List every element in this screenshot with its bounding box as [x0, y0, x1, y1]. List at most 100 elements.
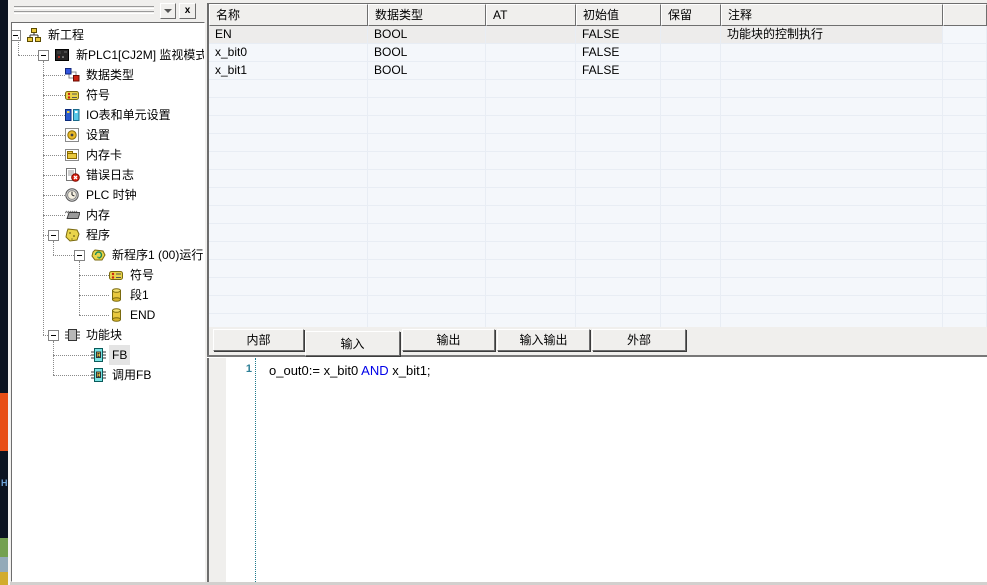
table-cell[interactable]: [576, 188, 661, 205]
table-cell[interactable]: [209, 134, 368, 151]
table-cell[interactable]: [576, 206, 661, 223]
table-row[interactable]: ENBOOLFALSE功能块的控制执行: [209, 26, 987, 44]
table-row[interactable]: [209, 242, 987, 260]
st-code-editor[interactable]: 1o_out0:= x_bit0 AND x_bit1;: [209, 358, 987, 582]
table-cell[interactable]: [943, 206, 987, 223]
table-cell[interactable]: [661, 44, 721, 61]
tree-item-memory[interactable]: 内存: [12, 205, 204, 225]
table-row[interactable]: [209, 170, 987, 188]
column-header[interactable]: 初始值: [576, 4, 661, 26]
table-cell[interactable]: [209, 260, 368, 277]
table-cell[interactable]: [368, 314, 486, 327]
table-cell[interactable]: [721, 62, 943, 79]
table-cell[interactable]: [721, 224, 943, 241]
tree-item-new-project[interactable]: 新工程: [12, 25, 204, 45]
tree-collapse-box[interactable]: [48, 230, 59, 241]
table-cell[interactable]: [368, 206, 486, 223]
table-cell[interactable]: [209, 224, 368, 241]
table-cell[interactable]: [486, 26, 576, 43]
table-cell[interactable]: [576, 314, 661, 327]
table-cell[interactable]: [576, 116, 661, 133]
table-cell[interactable]: [661, 260, 721, 277]
table-cell[interactable]: [943, 170, 987, 187]
tab-internal[interactable]: 内部: [213, 329, 304, 351]
table-row[interactable]: [209, 116, 987, 134]
table-cell[interactable]: EN: [209, 26, 368, 43]
table-row[interactable]: [209, 98, 987, 116]
table-cell[interactable]: [486, 62, 576, 79]
table-cell[interactable]: [661, 278, 721, 295]
table-cell[interactable]: [721, 206, 943, 223]
table-cell[interactable]: FALSE: [576, 26, 661, 43]
table-cell[interactable]: [486, 260, 576, 277]
tree-item-data-types[interactable]: 数据类型: [12, 65, 204, 85]
table-cell[interactable]: [576, 98, 661, 115]
table-cell[interactable]: [661, 62, 721, 79]
table-cell[interactable]: [576, 80, 661, 97]
table-cell[interactable]: [486, 98, 576, 115]
table-cell[interactable]: [486, 170, 576, 187]
table-cell[interactable]: [721, 80, 943, 97]
tree-collapse-box[interactable]: [38, 50, 49, 61]
table-cell[interactable]: BOOL: [368, 62, 486, 79]
tree-item-program-symbols[interactable]: 符号: [12, 265, 204, 285]
table-cell[interactable]: [486, 80, 576, 97]
table-cell[interactable]: [486, 314, 576, 327]
table-cell[interactable]: [943, 26, 987, 43]
column-header[interactable]: [943, 4, 987, 26]
tree-item-settings[interactable]: 设置: [12, 125, 204, 145]
toolbar-grabber[interactable]: [14, 11, 154, 14]
table-cell[interactable]: [721, 44, 943, 61]
table-cell[interactable]: [209, 80, 368, 97]
table-cell[interactable]: [721, 188, 943, 205]
table-cell[interactable]: [721, 278, 943, 295]
table-cell[interactable]: [943, 152, 987, 169]
table-cell[interactable]: [661, 314, 721, 327]
table-cell[interactable]: 功能块的控制执行: [721, 26, 943, 43]
table-cell[interactable]: [486, 206, 576, 223]
table-cell[interactable]: [661, 296, 721, 313]
table-cell[interactable]: [209, 170, 368, 187]
table-cell[interactable]: [368, 224, 486, 241]
table-cell[interactable]: [661, 224, 721, 241]
tab-input[interactable]: 输入: [305, 331, 400, 356]
table-row[interactable]: [209, 224, 987, 242]
table-cell[interactable]: [576, 260, 661, 277]
table-row[interactable]: x_bit1BOOLFALSE: [209, 62, 987, 80]
table-cell[interactable]: x_bit0: [209, 44, 368, 61]
tree-item-programs[interactable]: 程序: [12, 225, 204, 245]
table-cell[interactable]: [943, 44, 987, 61]
table-cell[interactable]: [721, 242, 943, 259]
workspace-close-button[interactable]: x: [179, 3, 196, 19]
table-cell[interactable]: [486, 116, 576, 133]
table-row[interactable]: [209, 188, 987, 206]
column-header[interactable]: AT: [486, 4, 576, 26]
table-cell[interactable]: [576, 170, 661, 187]
tab-output[interactable]: 输出: [402, 329, 495, 351]
table-row[interactable]: [209, 134, 987, 152]
table-row[interactable]: [209, 152, 987, 170]
table-cell[interactable]: [661, 170, 721, 187]
table-cell[interactable]: [576, 278, 661, 295]
table-cell[interactable]: [943, 296, 987, 313]
table-cell[interactable]: [661, 116, 721, 133]
table-cell[interactable]: [943, 134, 987, 151]
table-cell[interactable]: [721, 314, 943, 327]
tree-item-io-table[interactable]: IO表和单元设置: [12, 105, 204, 125]
table-cell[interactable]: [486, 296, 576, 313]
table-cell[interactable]: [576, 242, 661, 259]
table-cell[interactable]: [721, 170, 943, 187]
table-cell[interactable]: [576, 152, 661, 169]
tree-item-new-plc1[interactable]: 新PLC1[CJ2M] 监视模式: [12, 45, 204, 65]
tree-item-plc-clock[interactable]: PLC 时钟: [12, 185, 204, 205]
toolbar-grabber[interactable]: [14, 6, 154, 9]
tree-item-memory-card[interactable]: 内存卡: [12, 145, 204, 165]
table-cell[interactable]: x_bit1: [209, 62, 368, 79]
table-cell[interactable]: [209, 98, 368, 115]
table-cell[interactable]: [368, 152, 486, 169]
table-cell[interactable]: [661, 206, 721, 223]
tree-collapse-box[interactable]: [74, 250, 85, 261]
column-header[interactable]: 保留: [661, 4, 721, 26]
tab-input-output[interactable]: 输入输出: [497, 329, 590, 351]
table-cell[interactable]: [943, 62, 987, 79]
